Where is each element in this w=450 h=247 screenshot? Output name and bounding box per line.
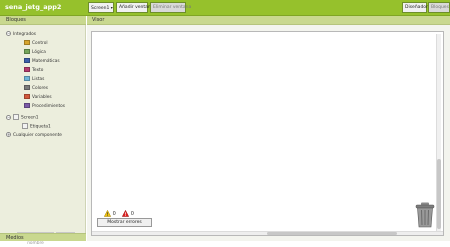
expand-icon[interactable]: + [6, 132, 11, 137]
collapse-icon[interactable]: − [6, 31, 11, 36]
vertical-scrollbar[interactable] [436, 34, 441, 232]
tree-item-control[interactable]: Control [24, 40, 48, 47]
tree-item-procedures[interactable]: Procedimientos [24, 103, 65, 110]
warning-icon [104, 210, 111, 217]
blocks-panel-header: Bloques [0, 16, 86, 25]
tree-node-builtin-label: Integrados [13, 32, 37, 37]
tree-node-screen-label: Screen1 [21, 115, 39, 121]
blocks-workspace[interactable] [91, 31, 444, 236]
procedures-color-icon [24, 103, 30, 108]
text-color-icon [24, 67, 30, 72]
label-component-icon [22, 123, 28, 129]
horizontal-scrollbar[interactable] [92, 231, 443, 235]
lists-color-icon [24, 76, 30, 81]
tree-node-any-component[interactable]: + Cualquier componente [6, 132, 62, 139]
error-icon [122, 210, 130, 217]
tree-item-label: Procedimientos [32, 104, 66, 109]
tree-item-label: Texto [32, 68, 44, 73]
tree-item-label: Variables [32, 95, 52, 100]
designer-button[interactable]: Diseñador [402, 2, 428, 13]
tree-item-label1[interactable]: Etiqueta1 [22, 123, 51, 130]
viewer-area [87, 25, 450, 241]
control-color-icon [24, 40, 30, 45]
viewer-header: Visor [87, 16, 450, 25]
tree-item-text[interactable]: Texto [24, 67, 43, 74]
tree-item-math[interactable]: Matemáticas [24, 58, 60, 65]
warnings-indicator: 0 0 [104, 210, 134, 218]
warnings-count: 0 [112, 211, 116, 217]
math-color-icon [24, 58, 30, 63]
tree-item-label: Matemáticas [32, 59, 60, 64]
blocks-button[interactable]: Bloques [428, 2, 450, 13]
blocks-panel: Bloques − Integrados Control Lógica Matem… [0, 16, 86, 246]
horizontal-scrollbar-thumb[interactable] [267, 232, 397, 235]
trash-can-icon[interactable] [415, 202, 435, 232]
vertical-scrollbar-thumb[interactable] [437, 159, 441, 229]
tree-item-label: Colores [32, 86, 49, 91]
collapse-icon[interactable]: − [6, 114, 11, 120]
remove-screen-button[interactable]: Eliminar ventana [150, 2, 191, 13]
top-toolbar: sena_jetg_app2 Screen1 ▾ Añadir ventana … [0, 0, 450, 16]
chevron-down-icon: ▾ [110, 5, 113, 10]
tree-item-label: Lógica [32, 50, 46, 55]
logic-color-icon [24, 49, 30, 54]
tree-node-builtin[interactable]: − Integrados [6, 31, 36, 38]
tree-item-label: Control [32, 41, 48, 46]
tree-item-label1-text: Etiqueta1 [30, 124, 51, 130]
app-title: sena_jetg_app2 [5, 3, 62, 11]
screen-select-label: Screen1 [91, 6, 110, 11]
tree-node-screen[interactable]: − Screen1 [6, 114, 39, 121]
tree-node-any-component-label: Cualquier componente [13, 133, 62, 138]
tree-item-logic[interactable]: Lógica [24, 49, 46, 56]
errors-count: 0 [130, 211, 134, 217]
tree-item-variables[interactable]: Variables [24, 94, 52, 101]
add-screen-button[interactable]: Añadir ventana [116, 2, 154, 13]
screen-select-dropdown[interactable]: Screen1 ▾ [88, 2, 114, 13]
tree-item-label: Listas [32, 77, 45, 82]
tree-item-lists[interactable]: Listas [24, 76, 44, 83]
colors-color-icon [24, 85, 30, 90]
screen-icon [13, 114, 19, 120]
variables-color-icon [24, 94, 30, 99]
media-panel-header: Medios [0, 233, 86, 241]
show-warnings-button[interactable]: Mostrar errores [97, 218, 152, 227]
tree-item-colors[interactable]: Colores [24, 85, 48, 92]
